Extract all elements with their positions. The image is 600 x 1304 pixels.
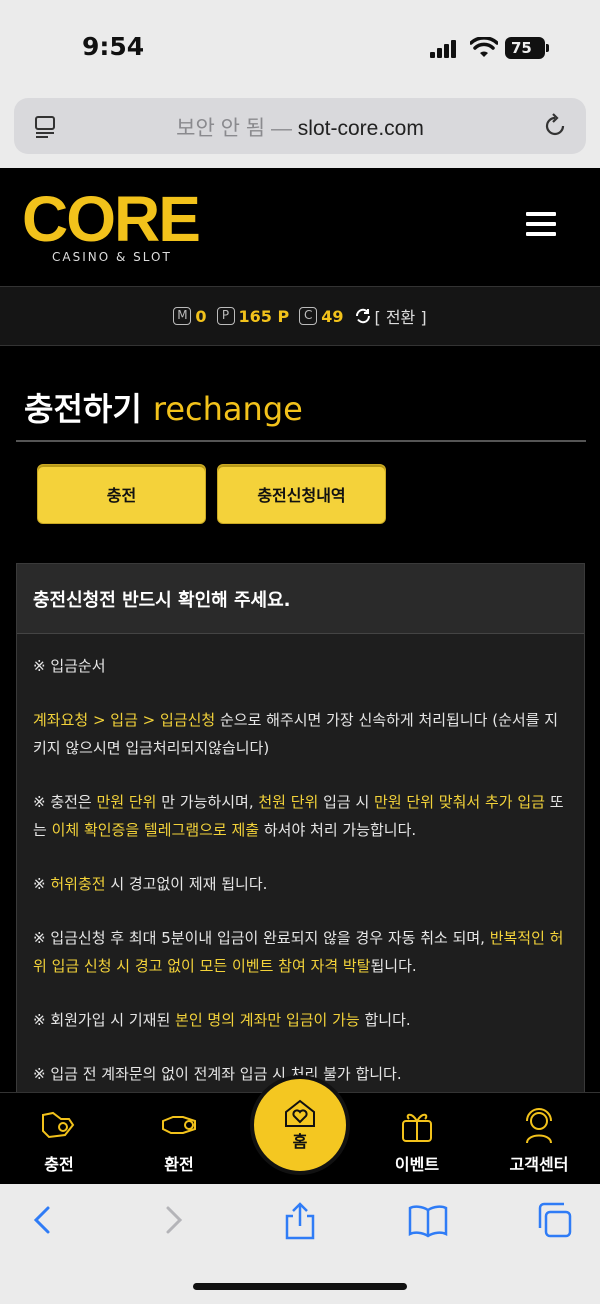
nav-support[interactable]: 고객센터 bbox=[494, 1103, 584, 1175]
points-bar: M 0 P 165 P C 49 [ 전환 ] bbox=[0, 286, 600, 346]
nav-event-label: 이벤트 bbox=[394, 1155, 440, 1174]
back-icon[interactable] bbox=[30, 1202, 56, 1238]
status-time: 9:54 bbox=[82, 32, 145, 61]
menu-icon[interactable] bbox=[526, 212, 556, 236]
notice-item-order: 계좌요청 > 입금 > 입금신청 순으로 해주시면 가장 신속하게 처리됩니다 … bbox=[33, 711, 559, 757]
url-text[interactable]: 보안 안 됨 — slot-core.com bbox=[14, 112, 586, 142]
notice-item-own-account: ※ 회원가입 시 기재된 본인 명의 계좌만 입금이 가능 합니다. bbox=[33, 1011, 411, 1029]
notice-item-false-charge: ※ 허위충전 시 경고없이 제재 됩니다. bbox=[33, 875, 268, 893]
home-heart-icon bbox=[285, 1099, 315, 1127]
money-badge-icon: M bbox=[173, 307, 192, 325]
wifi-icon bbox=[470, 37, 498, 57]
address-bar[interactable]: 보안 안 됨 — slot-core.com bbox=[14, 98, 586, 154]
support-agent-icon bbox=[526, 1108, 552, 1144]
status-bar: 9:54 75 bbox=[0, 0, 600, 92]
cellular-signal-icon bbox=[430, 40, 460, 58]
casino-balance: C 49 bbox=[299, 306, 344, 326]
browser-address-area: 보안 안 됨 — slot-core.com bbox=[0, 92, 600, 168]
share-icon[interactable] bbox=[283, 1202, 317, 1240]
tabs-icon[interactable] bbox=[536, 1202, 574, 1238]
site-logo[interactable]: CORE CASINO & SLOT bbox=[22, 183, 201, 264]
nav-charge-label: 충전 bbox=[44, 1155, 74, 1174]
title-divider bbox=[16, 440, 586, 442]
casino-value: 49 bbox=[321, 306, 344, 326]
money-value: 0 bbox=[195, 306, 207, 326]
url-security-label: 보안 안 됨 — bbox=[176, 117, 292, 140]
notice-item-unit: ※ 충전은 만원 단위 만 가능하시며, 천원 단위 입금 시 만원 단위 맞춰… bbox=[33, 793, 564, 839]
notice-body: ※ 입금순서 계좌요청 > 입금 > 입금신청 순으로 해주시면 가장 신속하게… bbox=[17, 634, 584, 1088]
money-balance: M 0 bbox=[173, 306, 207, 326]
point-value: 165 P bbox=[238, 306, 290, 326]
refresh-icon bbox=[355, 308, 370, 324]
nav-home-button[interactable]: 홈 bbox=[250, 1075, 350, 1175]
switch-label: [ 전환 ] bbox=[374, 308, 427, 327]
site-header: CORE CASINO & SLOT bbox=[0, 168, 600, 286]
nav-support-label: 고객센터 bbox=[509, 1155, 569, 1174]
exchange-hand-icon bbox=[162, 1116, 196, 1134]
charge-button[interactable]: 충전 bbox=[37, 464, 206, 524]
nav-home-label: 홈 bbox=[292, 1132, 308, 1151]
page-title-ko: 충전하기 bbox=[24, 390, 142, 428]
nav-exchange-label: 환전 bbox=[164, 1155, 194, 1174]
casino-badge-icon: C bbox=[299, 307, 318, 325]
charge-history-button[interactable]: 충전신청내역 bbox=[217, 464, 386, 524]
forward-icon[interactable] bbox=[160, 1202, 186, 1238]
page-title: 충전하기 rechange bbox=[24, 384, 303, 430]
charge-hand-icon bbox=[42, 1111, 75, 1139]
point-badge-icon: P bbox=[216, 307, 235, 325]
bookmarks-icon[interactable] bbox=[408, 1202, 448, 1238]
url-domain: slot-core.com bbox=[297, 117, 424, 140]
nav-charge[interactable]: 충전 bbox=[14, 1103, 104, 1175]
logo-wordmark: CORE bbox=[22, 183, 201, 255]
nav-exchange[interactable]: 환전 bbox=[134, 1103, 224, 1175]
nav-event[interactable]: 이벤트 bbox=[372, 1103, 462, 1175]
battery-icon: 75 bbox=[505, 37, 549, 59]
notice-order-title: ※ 입금순서 bbox=[33, 657, 106, 675]
gift-icon bbox=[402, 1113, 432, 1142]
switch-button[interactable]: [ 전환 ] bbox=[354, 304, 427, 328]
home-indicator bbox=[193, 1283, 407, 1290]
page-title-en: rechange bbox=[152, 390, 303, 428]
reload-icon[interactable] bbox=[542, 112, 568, 140]
notice-panel: 충전신청전 반드시 확인해 주세요. ※ 입금순서 계좌요청 > 입금 > 입금… bbox=[16, 563, 585, 1123]
point-balance: P 165 P bbox=[216, 306, 290, 326]
notice-header: 충전신청전 반드시 확인해 주세요. bbox=[17, 564, 584, 634]
notice-item-timeout: ※ 입금신청 후 최대 5분이내 입금이 완료되지 않을 경우 자동 취소 되며… bbox=[33, 929, 564, 975]
